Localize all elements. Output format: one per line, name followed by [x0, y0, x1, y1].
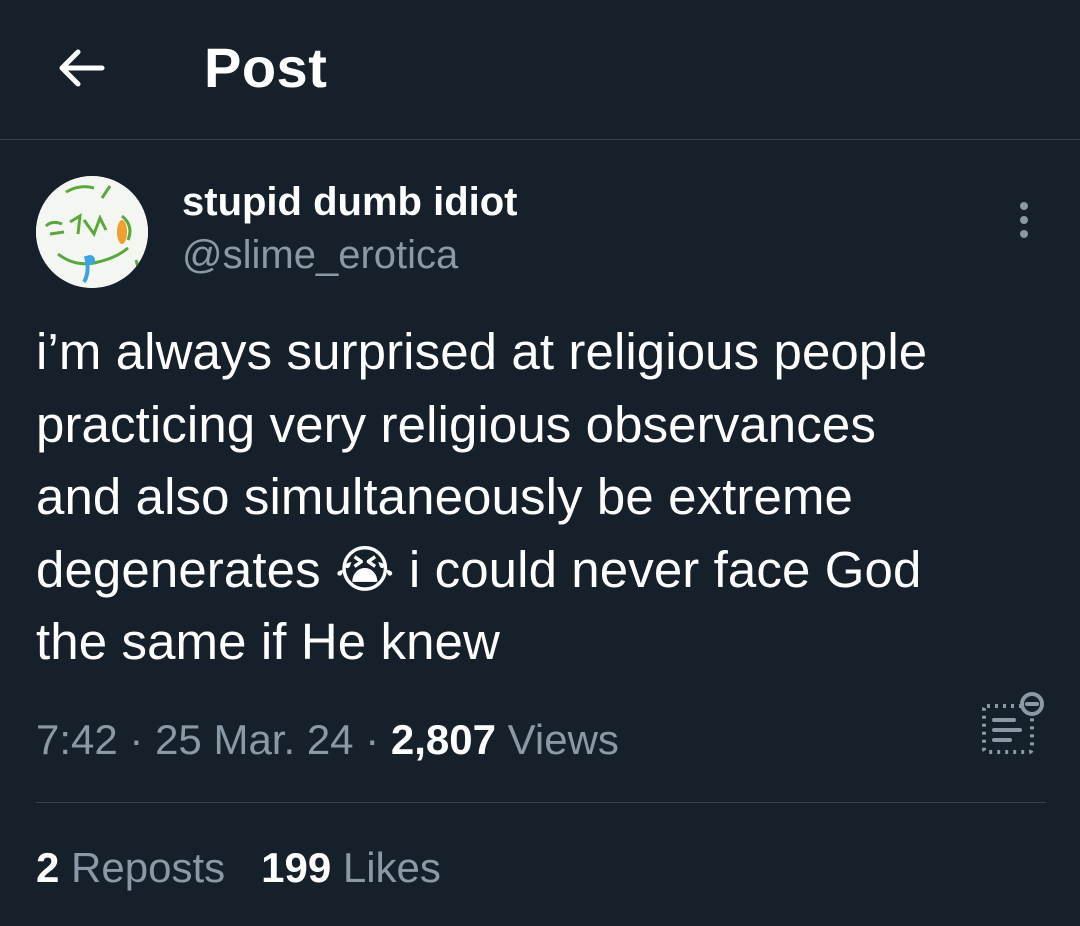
post-date[interactable]: 25 Mar. 24	[155, 716, 353, 763]
meta-separator: ·	[117, 716, 156, 763]
top-bar: Post	[0, 0, 1080, 140]
engagement-stats: 2 Reposts 199 Likes	[36, 840, 477, 896]
likes-count: 199	[261, 844, 332, 891]
loudly-crying-face-emoji: 😭	[334, 540, 395, 598]
views-label: Views	[507, 716, 619, 763]
reposts-count: 2	[36, 844, 60, 891]
sketch-face-avatar	[36, 176, 148, 288]
post-analytics-button[interactable]	[974, 688, 1046, 760]
more-dot	[1020, 230, 1028, 238]
views-count: 2,807	[390, 716, 496, 763]
avatar[interactable]	[36, 176, 148, 288]
divider	[36, 802, 1046, 803]
reposts-label: Reposts	[71, 844, 226, 891]
likes-stat[interactable]: 199 Likes	[261, 844, 441, 891]
author-display-name[interactable]: stupid dumb idiot	[182, 178, 518, 226]
back-button[interactable]	[48, 36, 112, 100]
arrow-left-icon	[59, 49, 105, 87]
more-options-button[interactable]	[1004, 196, 1044, 244]
meta-separator: ·	[353, 716, 391, 763]
page-title: Post	[204, 36, 328, 99]
post-analytics-icon	[982, 692, 1044, 754]
more-dot	[1020, 216, 1028, 224]
reposts-stat[interactable]: 2 Reposts	[36, 844, 225, 891]
post-meta: 7:42 · 25 Mar. 24 · 2,807 Views	[36, 712, 619, 768]
likes-label: Likes	[342, 844, 441, 891]
post-time[interactable]: 7:42	[36, 716, 118, 763]
post-text: i’m always surprised at religious people…	[36, 316, 1056, 679]
author-handle[interactable]: @slime_erotica	[182, 230, 458, 280]
more-dot	[1020, 202, 1028, 210]
